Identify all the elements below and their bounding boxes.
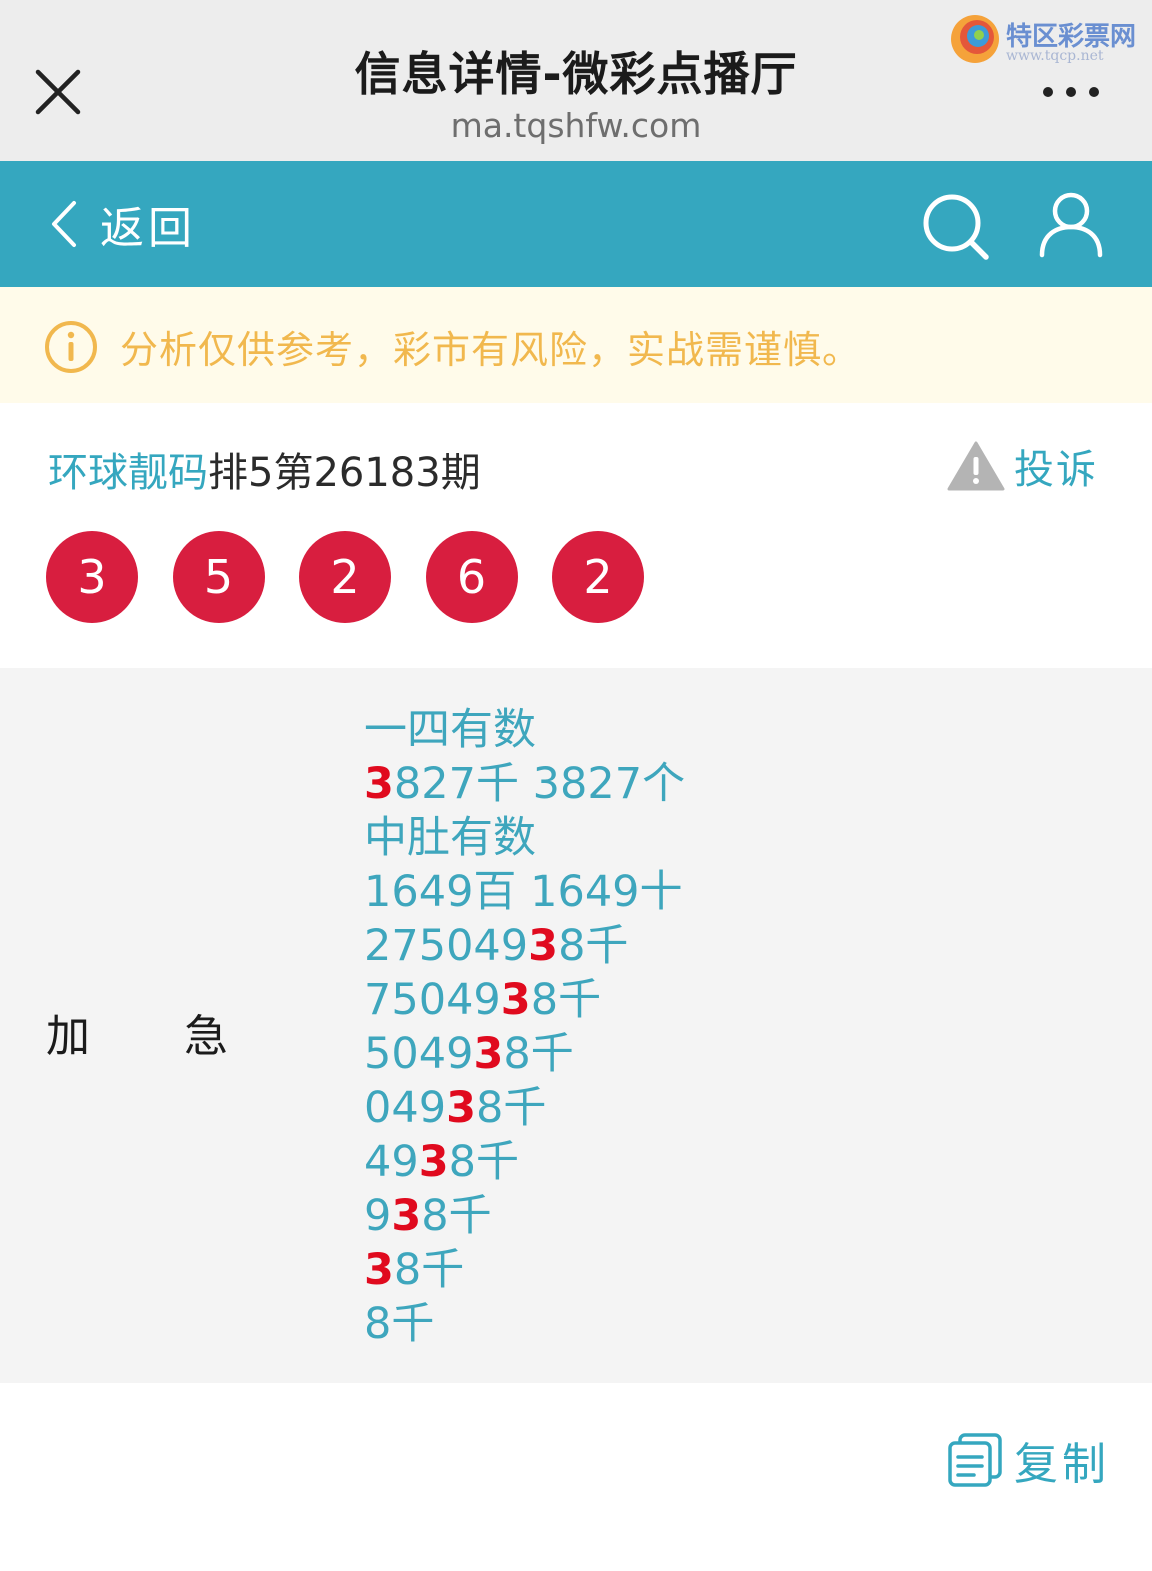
browser-top-bar: 信息详情-微彩点播厅 ma.tqshfw.com 特区彩票网 www.tqcp.… bbox=[0, 0, 1152, 161]
result-ball: 2 bbox=[299, 531, 391, 623]
result-ball: 5 bbox=[172, 531, 265, 623]
prediction-line: 938千 bbox=[364, 1191, 492, 1241]
watermark-logo: 特区彩票网 www.tqcp.net bbox=[948, 12, 1144, 68]
prediction-line: 4938千 bbox=[364, 1137, 519, 1187]
prediction-line: 1649百 1649十 bbox=[364, 867, 683, 917]
complain-label: 投诉 bbox=[1014, 447, 1098, 493]
prediction-line: 一四有数 bbox=[364, 705, 536, 755]
result-ball: 3 bbox=[46, 531, 138, 623]
result-ball: 2 bbox=[552, 531, 644, 623]
copy-icon bbox=[948, 1433, 1002, 1487]
risk-notice-text: 分析仅供参考，彩市有风险，实战需谨慎。 bbox=[120, 328, 862, 372]
nav-bar: 返回 bbox=[0, 161, 1152, 287]
urgent-label-left: 加 bbox=[46, 1011, 90, 1062]
page-domain: ma.tqshfw.com bbox=[450, 106, 702, 145]
warning-triangle-icon bbox=[947, 441, 1005, 491]
more-options-icon[interactable] bbox=[1040, 84, 1102, 100]
post-brand[interactable]: 环球靓码 bbox=[48, 450, 208, 496]
chevron-left-icon bbox=[52, 201, 76, 247]
result-ball: 6 bbox=[425, 531, 518, 623]
prediction-line: 27504938千 bbox=[364, 921, 629, 971]
watermark-swirl-icon bbox=[951, 15, 999, 63]
copy-button[interactable]: 复制 bbox=[946, 1430, 1110, 1490]
post-title: 环球靓码排5第26183期 bbox=[48, 440, 481, 498]
prediction-line: 3827千 3827个 bbox=[364, 759, 686, 809]
prediction-lines: 一四有数 3827千 3827个 中肚有数 1649百 1649十 275049… bbox=[364, 703, 685, 1351]
prediction-line: 504938千 bbox=[364, 1029, 574, 1079]
complain-button[interactable]: 投诉 bbox=[946, 440, 1098, 493]
watermark-url: www.tqcp.net bbox=[1006, 48, 1104, 64]
page-title: 信息详情-微彩点播厅 bbox=[354, 47, 798, 101]
back-label: 返回 bbox=[100, 203, 196, 254]
user-icon[interactable] bbox=[1036, 189, 1106, 261]
urgent-label-right: 急 bbox=[184, 1011, 228, 1062]
result-balls: 3 5 2 6 2 bbox=[46, 531, 679, 623]
prediction-line: 7504938千 bbox=[364, 975, 602, 1025]
info-icon bbox=[45, 321, 97, 373]
search-icon[interactable] bbox=[920, 191, 992, 263]
prediction-line: 中肚有数 bbox=[364, 813, 536, 863]
copy-label: 复制 bbox=[1014, 1439, 1110, 1490]
back-button[interactable]: 返回 bbox=[48, 187, 196, 261]
prediction-line: 38千 bbox=[364, 1245, 465, 1295]
prediction-line: 8千 bbox=[364, 1299, 435, 1349]
post-title-text: 排5第26183期 bbox=[208, 450, 481, 496]
prediction-line: 04938千 bbox=[364, 1083, 547, 1133]
